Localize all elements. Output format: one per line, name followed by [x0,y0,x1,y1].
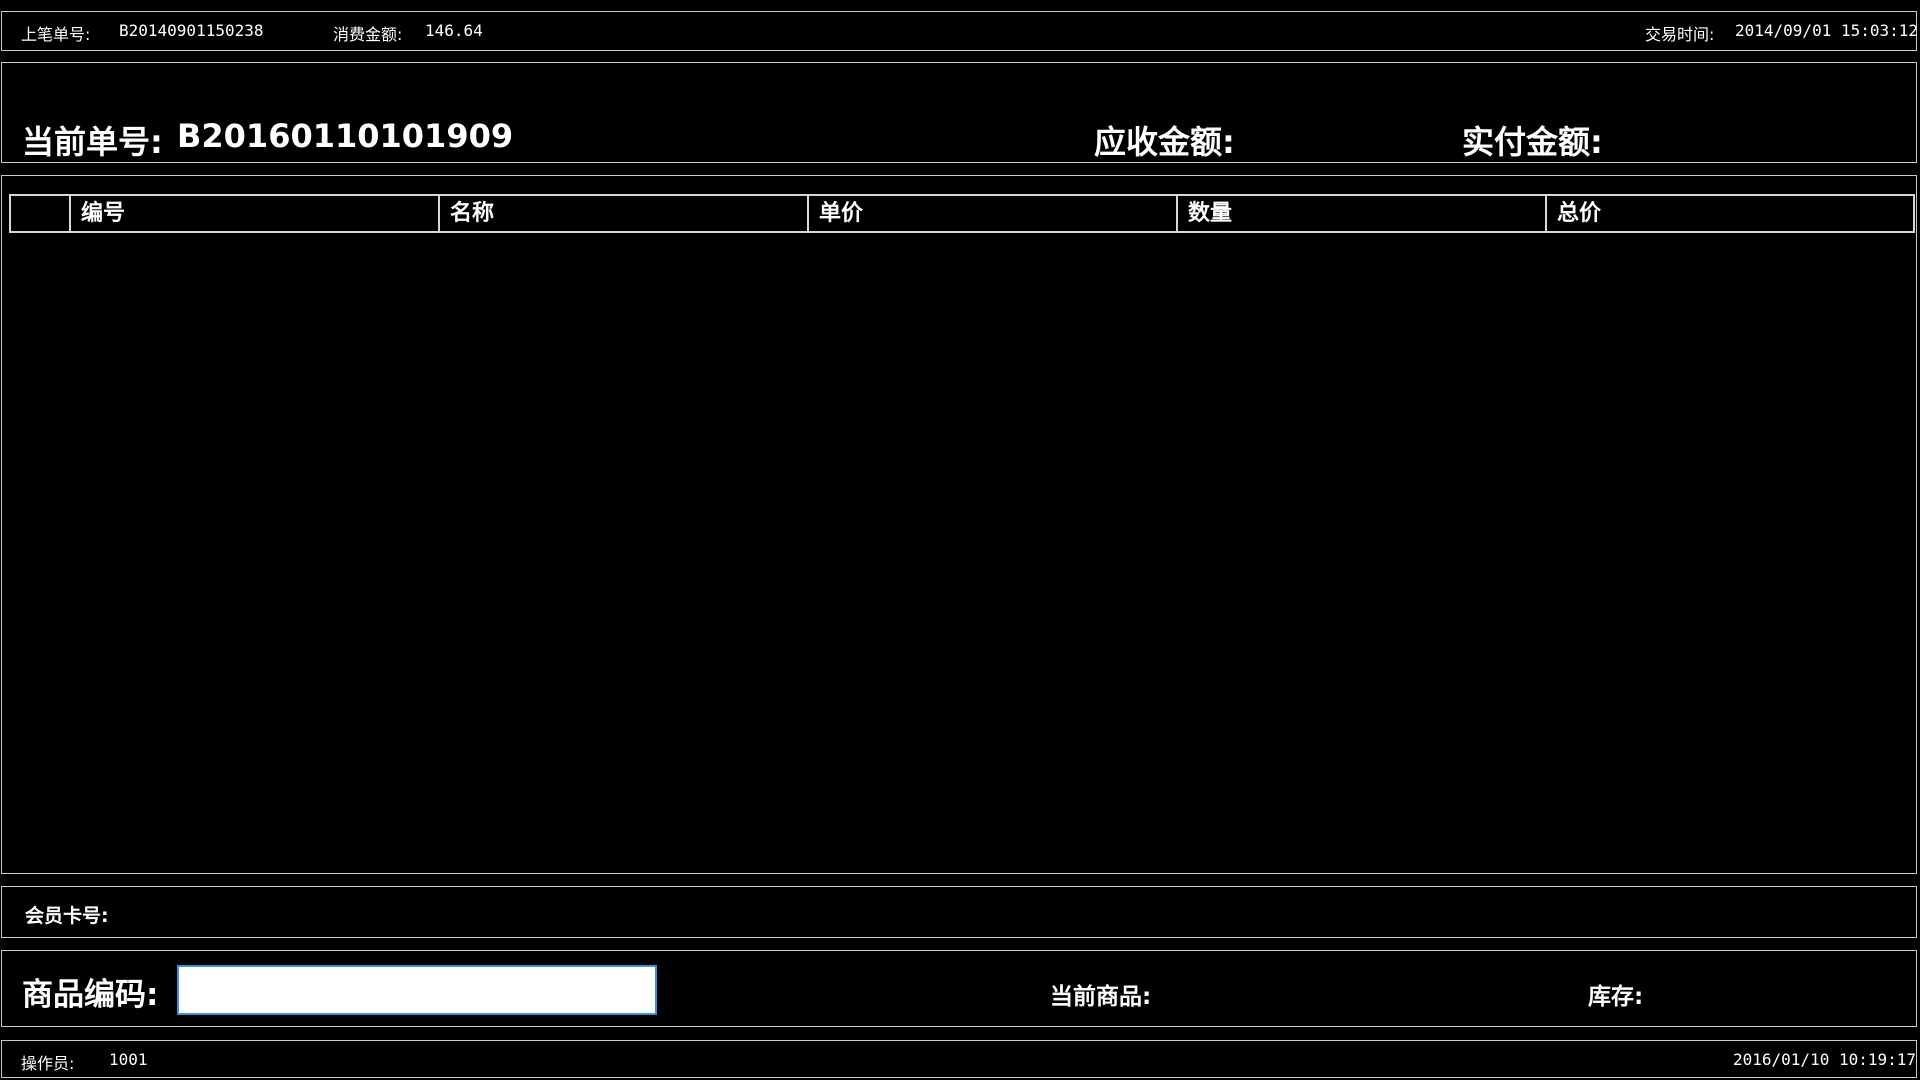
transaction-time-label: 交易时间: [1645,25,1715,44]
select-column-header[interactable] [11,196,71,231]
amount-value: 146.64 [425,21,483,40]
last-transaction-bar: 上笔单号: B20140901150238 消费金额: 146.64 交易时间:… [1,11,1919,51]
items-table-body[interactable] [9,233,1915,863]
receivable-amount-label: 应收金额: [1094,123,1235,161]
column-header-unit-price[interactable]: 单价 [809,196,1178,231]
column-header-total[interactable]: 总价 [1547,196,1913,231]
product-code-input[interactable] [177,965,657,1015]
items-table-header: 编号 名称 单价 数量 总价 [9,194,1915,233]
current-order-value: B20160110101909 [177,117,514,155]
product-entry-bar: 商品编码: 当前商品: 库存: [1,950,1917,1027]
items-table-panel: 编号 名称 单价 数量 总价 [1,175,1917,874]
column-header-name[interactable]: 名称 [440,196,809,231]
current-datetime: 2016/01/10 10:19:17 [1733,1050,1917,1069]
last-order-value: B20140901150238 [119,21,264,40]
operator-label: 操作员: [21,1054,75,1073]
pos-window: 上笔单号: B20140901150238 消费金额: 146.64 交易时间:… [0,0,1920,1080]
column-header-quantity[interactable]: 数量 [1178,196,1547,231]
transaction-time-value: 2014/09/01 15:03:12 [1735,21,1919,40]
current-product-label: 当前商品: [1050,984,1152,1010]
operator-value: 1001 [109,1050,148,1069]
paid-amount-label: 实付金额: [1462,123,1603,161]
current-order-label: 当前单号: [22,123,163,161]
last-order-label: 上笔单号: [21,25,91,44]
product-code-label: 商品编码: [22,977,159,1013]
amount-label: 消费金额: [333,25,403,44]
column-header-code[interactable]: 编号 [71,196,440,231]
member-card-label: 会员卡号: [25,905,109,927]
stock-label: 库存: [1588,984,1644,1010]
member-card-bar: 会员卡号: [1,886,1917,938]
status-bar: 操作员: 1001 2016/01/10 10:19:17 [1,1040,1917,1078]
current-order-header: 当前单号: B20160110101909 应收金额: 实付金额: [1,62,1917,163]
